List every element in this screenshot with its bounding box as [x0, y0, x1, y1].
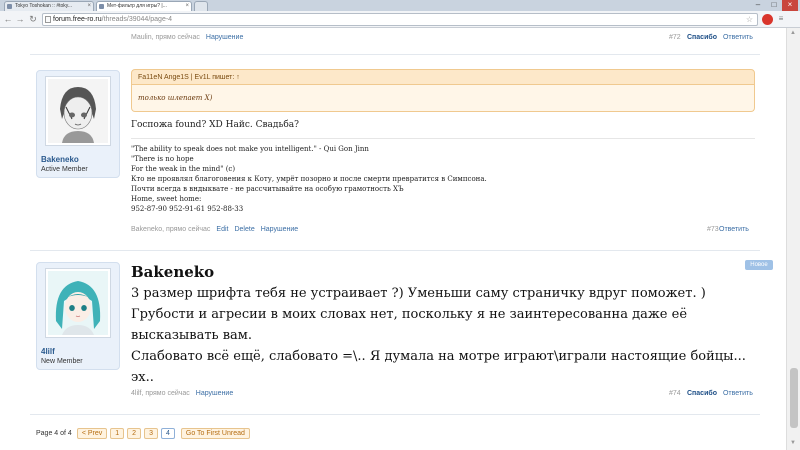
post-separator: [30, 250, 760, 251]
tab-title: Tokyo Toshokan :: #toky...: [15, 3, 73, 9]
delete-link[interactable]: Delete: [234, 226, 254, 233]
tab-strip: Tokyo Toshokan :: #toky... × Мет-фильтр …: [0, 0, 800, 11]
quote-text: только шлепает X): [131, 85, 755, 112]
like-button[interactable]: Спасибо: [687, 34, 717, 41]
scrollbar-thumb[interactable]: [790, 368, 798, 428]
quote-header[interactable]: Fa11eN Ange1S | Ev1L пишет: ↑: [131, 69, 755, 85]
maximize-icon[interactable]: □: [766, 0, 782, 11]
post-author-time[interactable]: Maulin, прямо сейчас: [131, 34, 200, 41]
report-link[interactable]: Нарушение: [196, 390, 233, 397]
message-line: эх..: [131, 370, 154, 385]
address-bar[interactable]: forum.free-ro.ru/threads/39044/page-4 ☆: [42, 13, 758, 26]
close-tab-icon[interactable]: ×: [87, 2, 91, 11]
minimize-icon[interactable]: –: [750, 0, 766, 11]
wrench-menu-icon[interactable]: ≡: [776, 14, 786, 24]
user-title: New Member: [41, 358, 83, 365]
reply-button[interactable]: Ответить: [723, 390, 753, 397]
avatar-image-icon: [48, 271, 108, 335]
edit-link[interactable]: Edit: [216, 226, 228, 233]
signature-line: For the weak in the mind" (c): [131, 165, 236, 173]
tab-tokyo-toshokan[interactable]: Tokyo Toshokan :: #toky... ×: [4, 1, 94, 11]
back-icon[interactable]: ←: [3, 14, 13, 24]
scroll-up-icon[interactable]: ▲: [790, 30, 796, 36]
post-author-time[interactable]: Bakeneko, прямо сейчас: [131, 226, 210, 233]
new-tab-button[interactable]: [194, 1, 208, 11]
page-icon: [45, 16, 51, 23]
signature: "The ability to speak does not make you …: [131, 144, 631, 214]
user-panel-4lilf: 4lilf New Member: [36, 262, 120, 370]
user-panel-bakeneko: Bakeneko Active Member: [36, 70, 120, 178]
signature-line: Почти всегда в вндыквате - не рассчитыва…: [131, 185, 404, 193]
scroll-down-icon[interactable]: ▼: [790, 440, 796, 446]
post-author-time[interactable]: 4lilf, прямо сейчас: [131, 390, 190, 397]
avatar-image-icon: [48, 79, 108, 143]
post-73-actions: Ответить: [719, 226, 749, 233]
tab-active-forum[interactable]: Мет-фильтр для игры? |... ×: [96, 1, 192, 11]
close-tab-icon[interactable]: ×: [185, 2, 189, 11]
post-74-actions: Спасибо Ответить: [687, 390, 753, 397]
prev-page-button[interactable]: < Prev: [76, 427, 108, 439]
reload-icon[interactable]: ↻: [28, 14, 38, 24]
post-number[interactable]: #72: [669, 34, 681, 41]
avatar[interactable]: [45, 268, 111, 338]
quoted-author: Bakeneko: [131, 263, 215, 281]
reply-button[interactable]: Ответить: [719, 226, 749, 233]
forum-page: Maulin, прямо сейчас Нарушение #72 Спасиб…: [0, 28, 786, 450]
page-link-2[interactable]: 2: [127, 427, 142, 439]
username[interactable]: Bakeneko: [41, 155, 79, 164]
forward-icon[interactable]: →: [15, 14, 25, 24]
message-line: Грубости и агресии в моих словах нет, по…: [131, 307, 688, 322]
reply-button[interactable]: Ответить: [723, 34, 753, 41]
page-scrollbar[interactable]: ▲ ▼: [786, 28, 800, 450]
like-button[interactable]: Спасибо: [687, 390, 717, 397]
extension-icon[interactable]: [762, 14, 773, 25]
avatar[interactable]: [45, 76, 111, 146]
report-link[interactable]: Нарушение: [261, 226, 298, 233]
message-line: 3 размер шрифта тебя не устраивает ?) Ум…: [131, 286, 706, 301]
post-74-message: Bakeneko 3 размер шрифта тебя не устраив…: [131, 261, 771, 388]
page-indicator: Page 4 of 4: [36, 429, 72, 437]
post-separator: [30, 54, 760, 55]
signature-line: Кто не проявлял благоговения к Коту, умр…: [131, 175, 487, 183]
post-separator: [30, 414, 760, 415]
post-74-meta: 4lilf, прямо сейчас Нарушение: [131, 390, 233, 397]
tab-title: Мет-фильтр для игры? |...: [107, 3, 167, 9]
signature-line: "The ability to speak does not make you …: [131, 145, 369, 153]
page-link-3[interactable]: 3: [144, 427, 158, 439]
report-link[interactable]: Нарушение: [206, 34, 243, 41]
signature-divider: [131, 138, 755, 139]
close-window-icon[interactable]: ×: [782, 0, 798, 11]
url-path: /threads/39044/page-4: [101, 16, 173, 23]
post-message: Госпожа found? XD Найс. Свадьба?: [131, 120, 299, 130]
pagination: Page 4 of 4 < Prev 1 2 3 4 Go To First U…: [36, 427, 250, 439]
user-title: Active Member: [41, 166, 88, 173]
post-73-meta: Bakeneko, прямо сейчас Edit Delete Нарушени…: [131, 226, 298, 233]
signature-line: 952-87-90 952-91-61 952-88-33: [131, 205, 244, 213]
favicon-icon: [7, 4, 12, 9]
browser-toolbar: ← → ↻ forum.free-ro.ru/threads/39044/pag…: [0, 11, 800, 28]
post-number[interactable]: #74: [669, 390, 681, 397]
page-link-4-current[interactable]: 4: [160, 427, 175, 439]
message-line: высказывать вам.: [131, 328, 253, 343]
signature-line: "There is no hope: [131, 155, 194, 163]
message-line: Слабовато всё ещё, слабовато =\.. Я дума…: [131, 349, 746, 364]
post-72-actions: Спасибо Ответить: [687, 34, 753, 41]
page-link-1[interactable]: 1: [110, 427, 125, 439]
post-number[interactable]: #73: [707, 226, 719, 233]
first-unread-button[interactable]: Go To First Unread: [180, 427, 250, 439]
bookmark-star-icon[interactable]: ☆: [746, 14, 753, 25]
favicon-icon: [99, 4, 104, 9]
username[interactable]: 4lilf: [41, 347, 55, 356]
url-host: forum.free-ro.ru: [53, 16, 102, 23]
signature-line: Home, sweet home:: [131, 195, 202, 203]
post-72-meta: Maulin, прямо сейчас Нарушение: [131, 34, 243, 41]
